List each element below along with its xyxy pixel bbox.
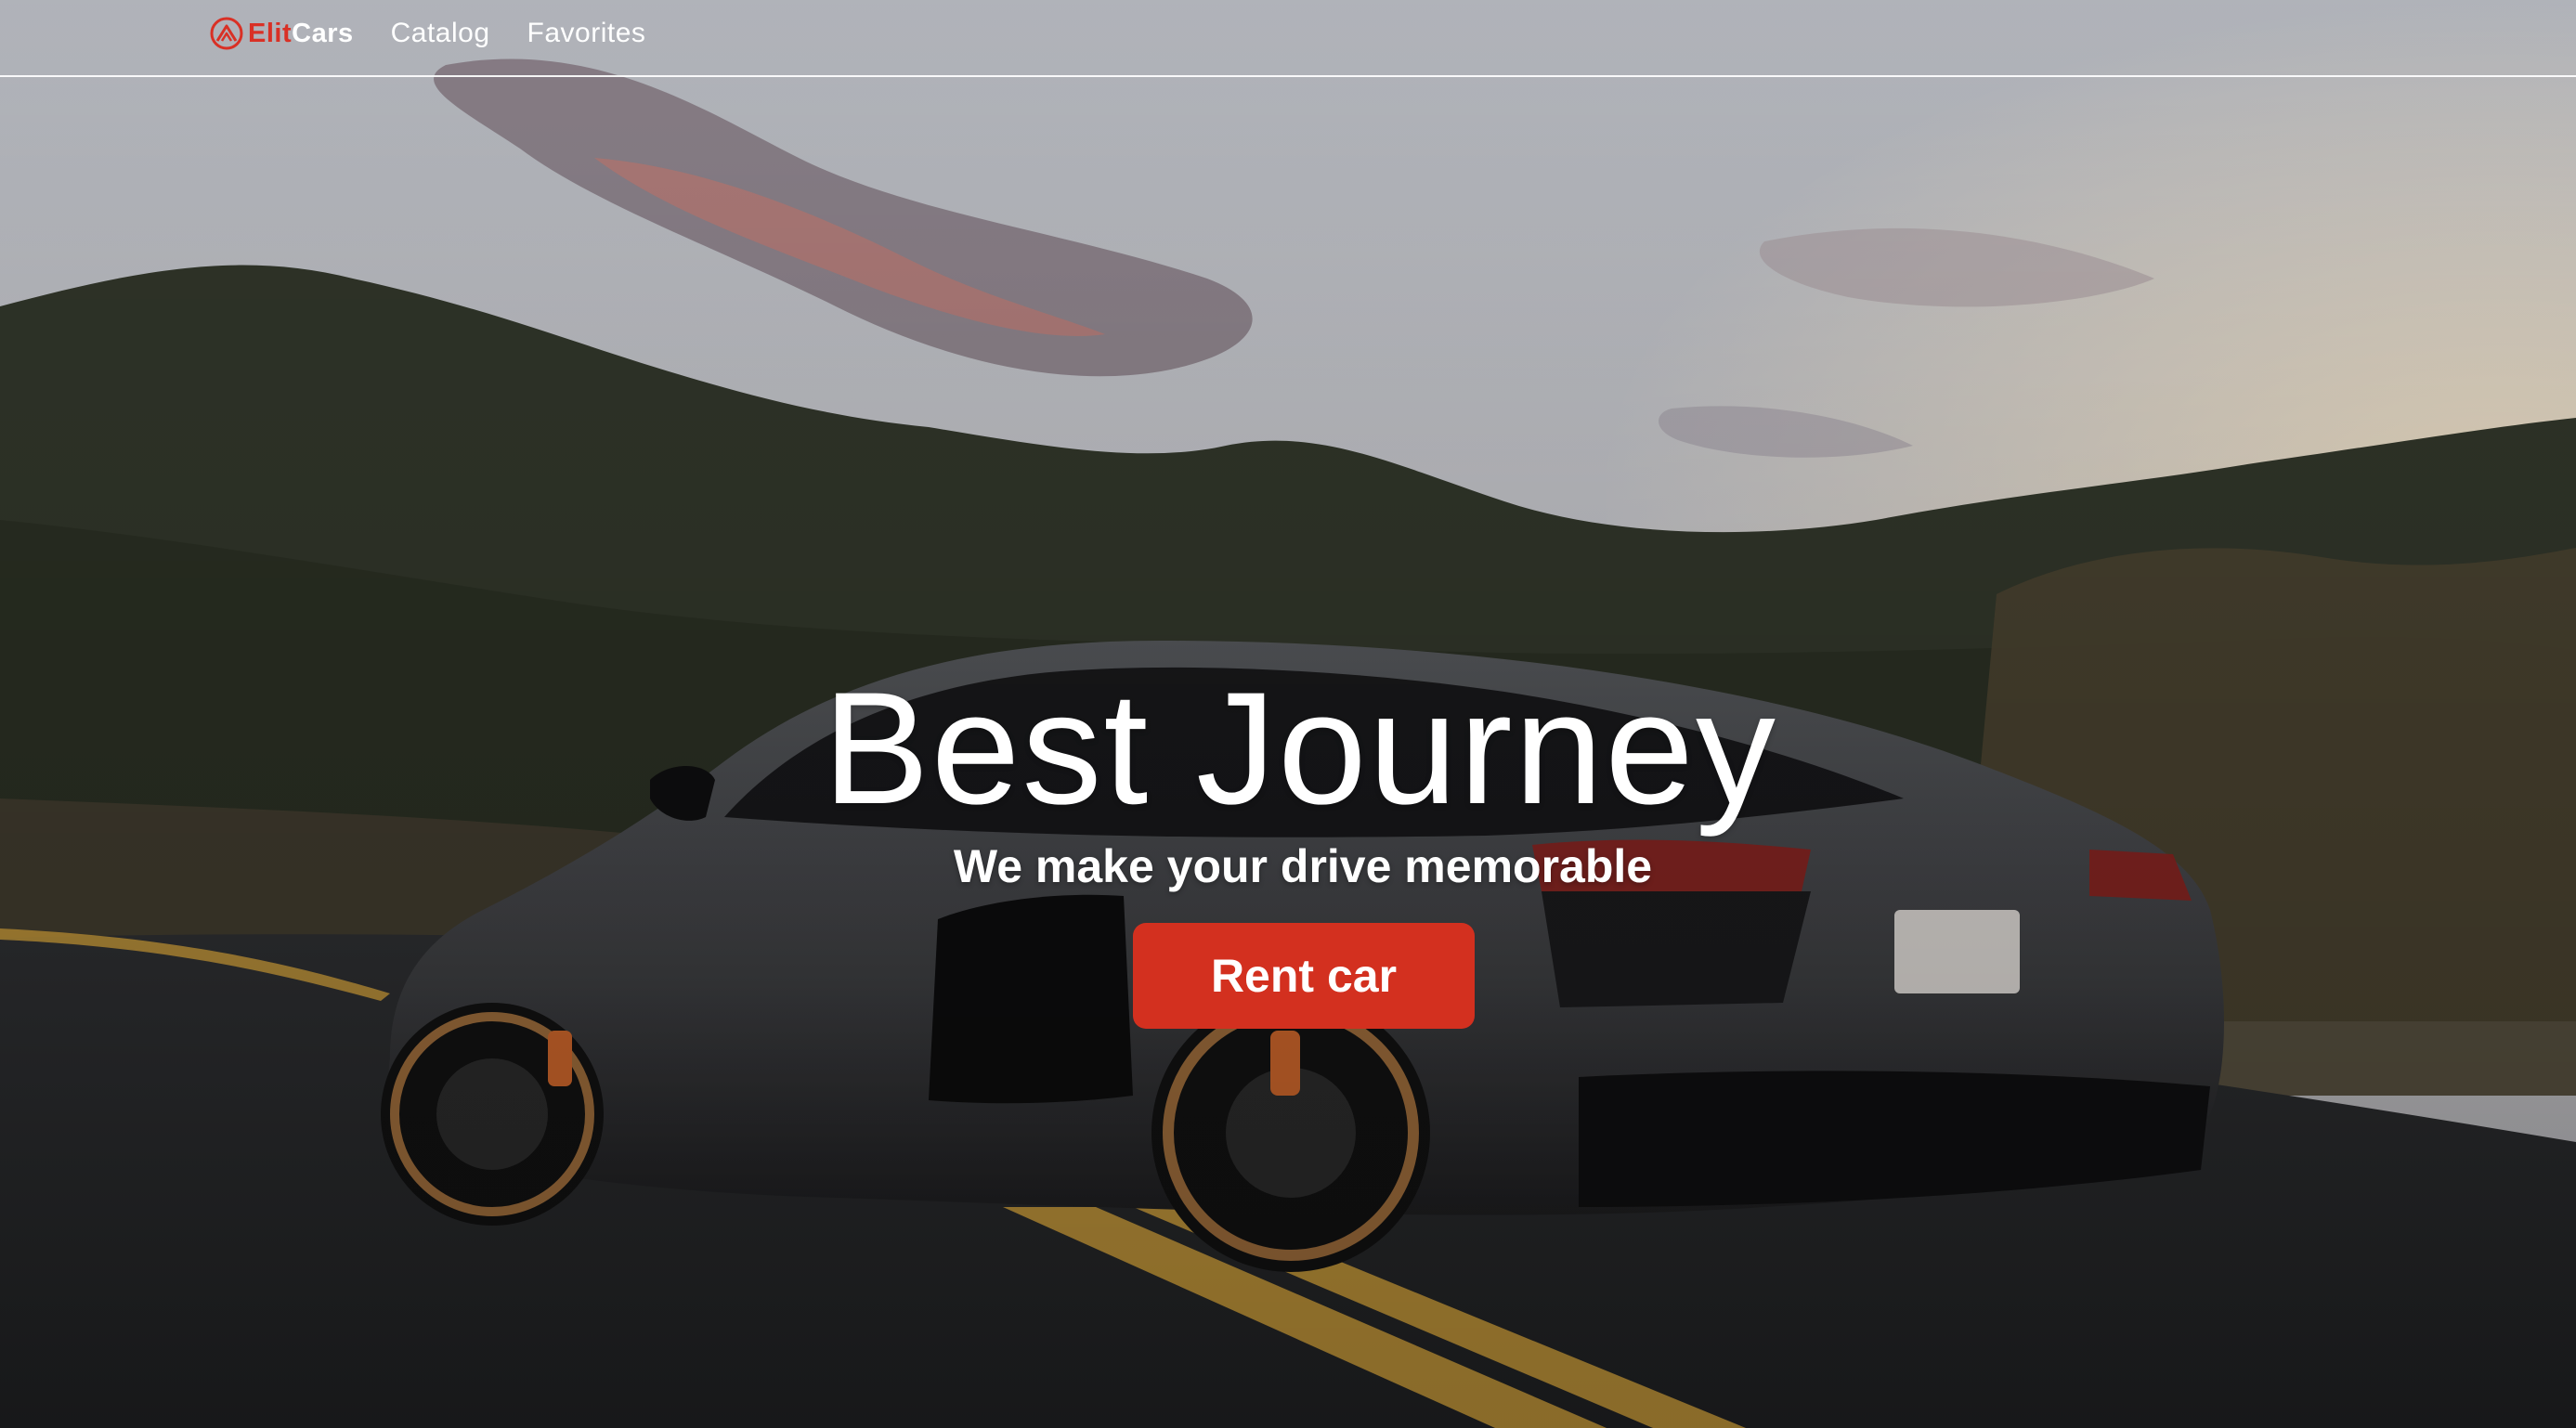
logo-link[interactable]: Elit Cars: [209, 16, 354, 51]
logo-text-elit: Elit: [248, 18, 293, 48]
hero-title: Best Journey: [823, 659, 1777, 837]
logo-text-cars: Cars: [292, 18, 354, 48]
nav-link-catalog[interactable]: Catalog: [391, 18, 490, 49]
logo-icon: [209, 16, 244, 51]
page: Elit Cars Catalog Favorites Best Journey …: [0, 0, 2576, 1428]
hero-subtitle: We make your drive memorable: [953, 840, 1653, 892]
main-nav: Elit Cars Catalog Favorites: [209, 15, 645, 52]
rent-car-button[interactable]: Rent car: [1133, 923, 1475, 1029]
site-header: Elit Cars Catalog Favorites: [0, 0, 2576, 77]
nav-link-favorites[interactable]: Favorites: [527, 18, 646, 49]
